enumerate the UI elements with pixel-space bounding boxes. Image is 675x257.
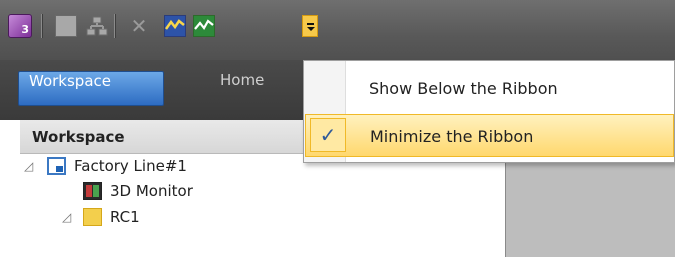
collapse-icon[interactable]: ◿: [62, 205, 76, 229]
tree-node-label: RC1: [110, 208, 140, 226]
tree-node-label: 3D Monitor: [110, 182, 193, 200]
customize-dropdown-icon[interactable]: [302, 15, 318, 37]
workspace-tree: ◿ Factory Line#1 3D Monitor ◿ RC1: [20, 154, 502, 257]
menu-item-minimize-ribbon[interactable]: ✓ Minimize the Ribbon: [305, 114, 674, 157]
toolbar-separator: [114, 14, 116, 38]
tab-home[interactable]: Home: [210, 71, 274, 106]
monitor-icon: [83, 182, 102, 200]
cross-icon[interactable]: ✕: [128, 15, 150, 37]
factory-icon: [47, 157, 66, 175]
toolbar-separator: [41, 14, 43, 38]
ribbon-options-menu: Show Below the Ribbon ✓ Minimize the Rib…: [303, 60, 675, 163]
rc-icon: [83, 208, 102, 226]
collapse-icon[interactable]: ◿: [24, 154, 38, 178]
chart-icon[interactable]: [164, 15, 186, 37]
tree-node-label: Factory Line#1: [74, 157, 187, 175]
app-icon-label: 3: [21, 23, 29, 36]
menu-item-show-below-ribbon[interactable]: Show Below the Ribbon: [305, 67, 674, 110]
network-icon[interactable]: [86, 15, 108, 37]
quick-access-toolbar: 3 ✕: [0, 0, 675, 60]
save-icon[interactable]: [55, 15, 77, 37]
menu-item-label: Minimize the Ribbon: [370, 127, 534, 146]
chart2-icon[interactable]: [193, 15, 215, 37]
checkmark-icon: ✓: [310, 118, 346, 152]
app-icon[interactable]: 3: [8, 14, 32, 38]
menu-item-label: Show Below the Ribbon: [369, 79, 558, 98]
tab-workspace[interactable]: Workspace: [18, 71, 164, 106]
